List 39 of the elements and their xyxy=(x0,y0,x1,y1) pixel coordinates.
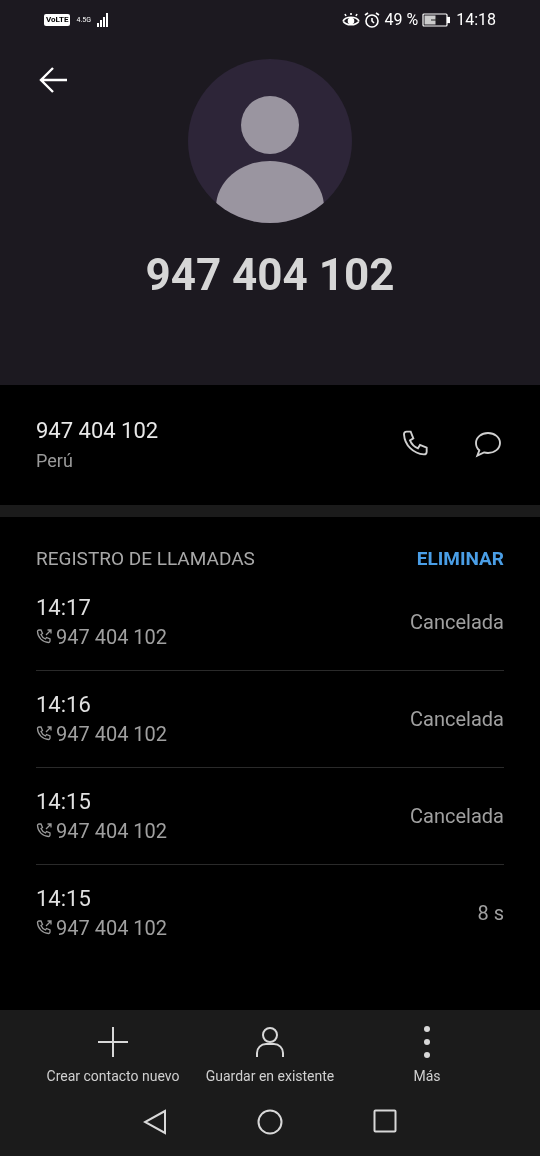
more-icon xyxy=(423,1026,431,1058)
nav-recents-icon[interactable] xyxy=(373,1109,397,1133)
nav-home-icon[interactable] xyxy=(257,1109,283,1135)
outgoing-call-icon xyxy=(36,920,52,936)
signal-icon xyxy=(96,13,109,27)
outgoing-call-icon xyxy=(36,725,52,742)
call-number: 947 404 102 xyxy=(56,820,168,841)
plus-icon xyxy=(97,1026,129,1058)
battery-percent: 49 % xyxy=(384,9,419,31)
nav-back-icon[interactable] xyxy=(143,1109,167,1135)
call-time: 14:17 xyxy=(36,596,92,619)
call-status: Cancelada xyxy=(410,608,504,636)
call-number: 947 404 102 xyxy=(56,918,168,938)
alarm-icon xyxy=(364,12,381,28)
avatar-icon xyxy=(188,59,352,223)
person-icon xyxy=(255,1026,285,1058)
back-arrow-icon xyxy=(38,66,68,94)
contact-number-title: 947 404 102 xyxy=(145,253,395,297)
phone-number: 947 404 102 xyxy=(36,420,159,442)
country-label: Perú xyxy=(36,452,74,470)
bottom-action-button[interactable]: Más xyxy=(352,1026,502,1087)
volte-badge: VoLTE xyxy=(44,14,71,26)
bottom-action-button[interactable]: Crear contacto nuevo xyxy=(38,1026,188,1087)
battery-icon xyxy=(422,13,451,27)
call-number: 947 404 102 xyxy=(56,626,168,647)
call-status: 8 s xyxy=(477,900,504,927)
delete-link[interactable]: ELIMINAR xyxy=(416,545,504,574)
eye-icon xyxy=(342,13,361,27)
section-heading: REGISTRO DE LLAMADAS xyxy=(36,546,255,572)
call-time: 14:16 xyxy=(36,693,92,716)
bottom-action-button[interactable]: Guardar en existente xyxy=(195,1026,345,1087)
outgoing-call-icon xyxy=(36,822,52,839)
call-status: Cancelada xyxy=(410,802,504,830)
call-time: 14:15 xyxy=(36,790,92,813)
outgoing-call-icon xyxy=(36,628,52,645)
call-status: Cancelada xyxy=(410,705,504,733)
call-time: 14:15 xyxy=(36,888,92,910)
clock-time: 14:18 xyxy=(456,9,496,31)
call-number: 947 404 102 xyxy=(56,723,168,744)
